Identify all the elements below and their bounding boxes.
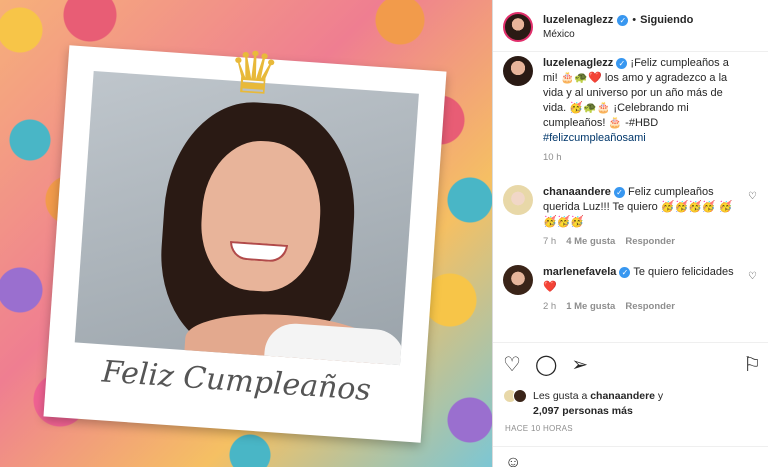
comments-list[interactable]: luzelenaglezz ✓ ¡Feliz cumpleaños a mi! … (503, 56, 763, 341)
verified-icon: ✓ (616, 58, 628, 69)
avatar[interactable] (503, 56, 533, 86)
portrait-photo (74, 71, 419, 366)
avatar[interactable] (503, 185, 533, 215)
liker-username[interactable]: chanaandere (590, 390, 655, 402)
image-caption: Feliz Cumpleaños (100, 354, 373, 409)
comment-username[interactable]: chanaandere (543, 186, 611, 198)
header-username[interactable]: luzelenaglezz (543, 14, 613, 26)
like-comment-heart-icon[interactable]: ♡ (748, 271, 757, 282)
like-comment-heart-icon[interactable]: ♡ (748, 191, 757, 202)
caption-username[interactable]: luzelenaglezz (543, 57, 613, 69)
location-link[interactable]: México (543, 29, 693, 40)
following-button[interactable]: Siguiendo (640, 14, 693, 26)
comment-likes[interactable]: 1 Me gusta (566, 301, 615, 312)
avatar[interactable] (503, 265, 533, 295)
crown-icon: ♛ (225, 37, 283, 109)
emoji-icon[interactable]: ☺ (505, 454, 521, 467)
verified-icon: ✓ (617, 14, 629, 26)
list-item: chanaandere ✓ Feliz cumpleaños querida L… (503, 185, 763, 247)
comment-time: 7 h (543, 236, 557, 247)
reply-button[interactable]: Responder (625, 236, 675, 247)
comment-icon[interactable]: ◯ (535, 354, 557, 374)
hashtag-link[interactable]: #felizcumpleañosami (543, 132, 646, 144)
likes-summary: Les gusta a chanaandere y 2,097 personas… (503, 389, 763, 419)
comment-time: 2 h (543, 301, 557, 312)
likes-prefix: Les gusta a (533, 390, 588, 402)
likes-conjunction: y (657, 390, 664, 402)
heart-icon[interactable]: ♡ (503, 354, 521, 374)
post-details-panel: luzelenaglezz ✓ • Siguiendo México luzel… (493, 0, 768, 467)
post-header: luzelenaglezz ✓ • Siguiendo México (503, 9, 763, 45)
list-item: marlenefavela ✓ Te quiero felicidades ❤️… (503, 265, 763, 312)
verified-icon: ✓ (613, 187, 625, 198)
action-bar: ♡ ◯ ➢ ⚐ (503, 352, 761, 376)
post-image[interactable]: Feliz Cumpleaños ♛ (0, 0, 492, 467)
bookmark-icon[interactable]: ⚐ (743, 354, 761, 374)
share-icon[interactable]: ➢ (571, 354, 588, 374)
reply-button[interactable]: Responder (625, 301, 675, 312)
caption-comment: luzelenaglezz ✓ ¡Feliz cumpleaños a mi! … (503, 56, 763, 163)
post-time: 10 h (543, 152, 562, 163)
comment-username[interactable]: marlenefavela (543, 266, 616, 278)
separator-dot: • (632, 14, 637, 26)
comment-likes[interactable]: 4 Me gusta (566, 236, 615, 247)
avatar[interactable] (503, 12, 533, 42)
likes-count[interactable]: 2,097 personas más (533, 405, 633, 417)
post-timestamp: HACE 10 HORAS (505, 424, 573, 433)
verified-icon: ✓ (619, 267, 631, 278)
liker-avatars[interactable] (503, 389, 527, 403)
